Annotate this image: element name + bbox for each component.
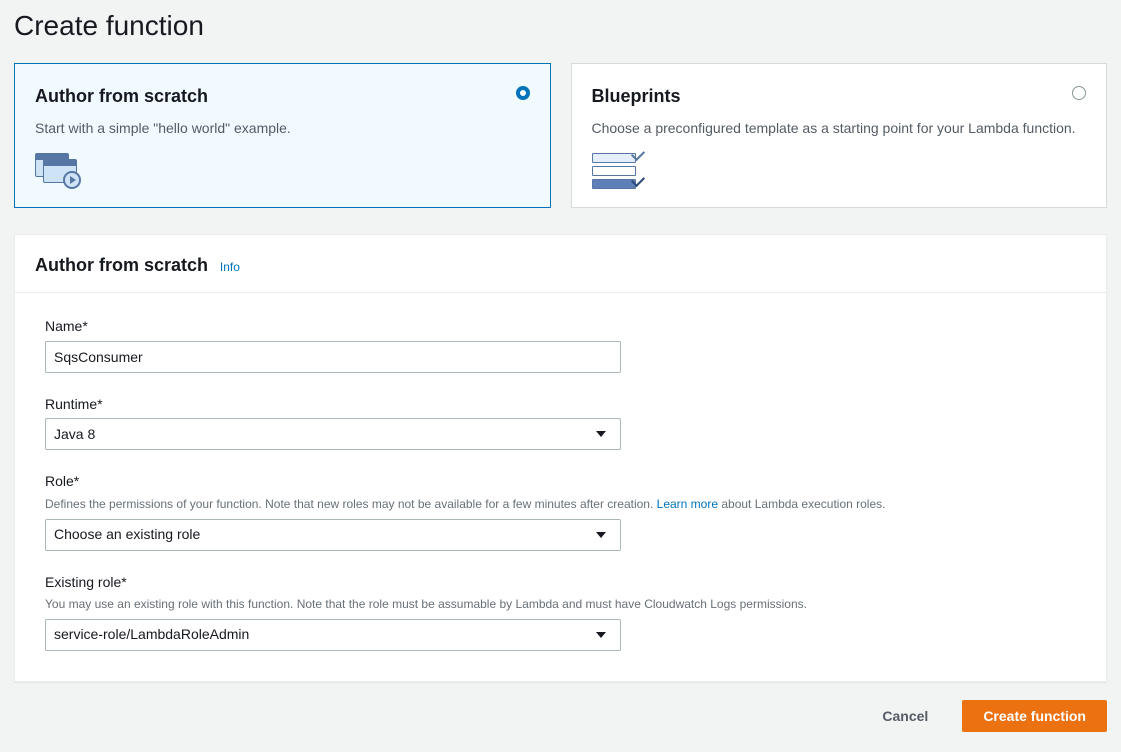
blueprint-list-icon	[592, 153, 640, 189]
runtime-value: Java 8	[54, 425, 95, 445]
info-link[interactable]: Info	[220, 260, 240, 274]
existing-role-label: Existing role*	[45, 573, 1076, 593]
radio-selected-icon	[516, 86, 530, 100]
name-input[interactable]	[45, 341, 621, 373]
chevron-down-icon	[596, 532, 606, 538]
option-cards: Author from scratch Start with a simple …	[14, 63, 1107, 208]
role-value: Choose an existing role	[54, 525, 200, 545]
option-description: Start with a simple "hello world" exampl…	[35, 119, 530, 139]
option-blueprints[interactable]: Blueprints Choose a preconfigured templa…	[571, 63, 1108, 208]
runtime-select[interactable]: Java 8	[45, 418, 621, 450]
existing-role-help: You may use an existing role with this f…	[45, 596, 1076, 613]
panel-title: Author from scratch	[35, 255, 208, 275]
existing-role-select[interactable]: service-role/LambdaRoleAdmin	[45, 619, 621, 651]
chevron-down-icon	[596, 632, 606, 638]
chevron-down-icon	[596, 431, 606, 437]
name-label: Name*	[45, 317, 1076, 337]
option-title: Blueprints	[592, 84, 1087, 109]
role-help-pre: Defines the permissions of your function…	[45, 497, 657, 511]
role-help: Defines the permissions of your function…	[45, 496, 1076, 513]
existing-role-value: service-role/LambdaRoleAdmin	[54, 625, 249, 645]
runtime-label: Runtime*	[45, 395, 1076, 415]
cancel-button[interactable]: Cancel	[862, 700, 948, 732]
button-row: Cancel Create function	[14, 700, 1107, 738]
role-label: Role*	[45, 472, 1076, 492]
form-panel: Author from scratch Info Name* Runtime* …	[14, 234, 1107, 682]
option-description: Choose a preconfigured template as a sta…	[592, 119, 1087, 139]
role-select[interactable]: Choose an existing role	[45, 519, 621, 551]
role-help-post: about Lambda execution roles.	[718, 497, 885, 511]
option-title: Author from scratch	[35, 84, 530, 109]
panel-header: Author from scratch Info	[15, 235, 1106, 293]
learn-more-link[interactable]: Learn more	[657, 497, 718, 511]
page-title: Create function	[14, 6, 1107, 45]
option-author-from-scratch[interactable]: Author from scratch Start with a simple …	[14, 63, 551, 208]
windows-gear-icon	[35, 153, 83, 189]
create-function-button[interactable]: Create function	[962, 700, 1107, 732]
